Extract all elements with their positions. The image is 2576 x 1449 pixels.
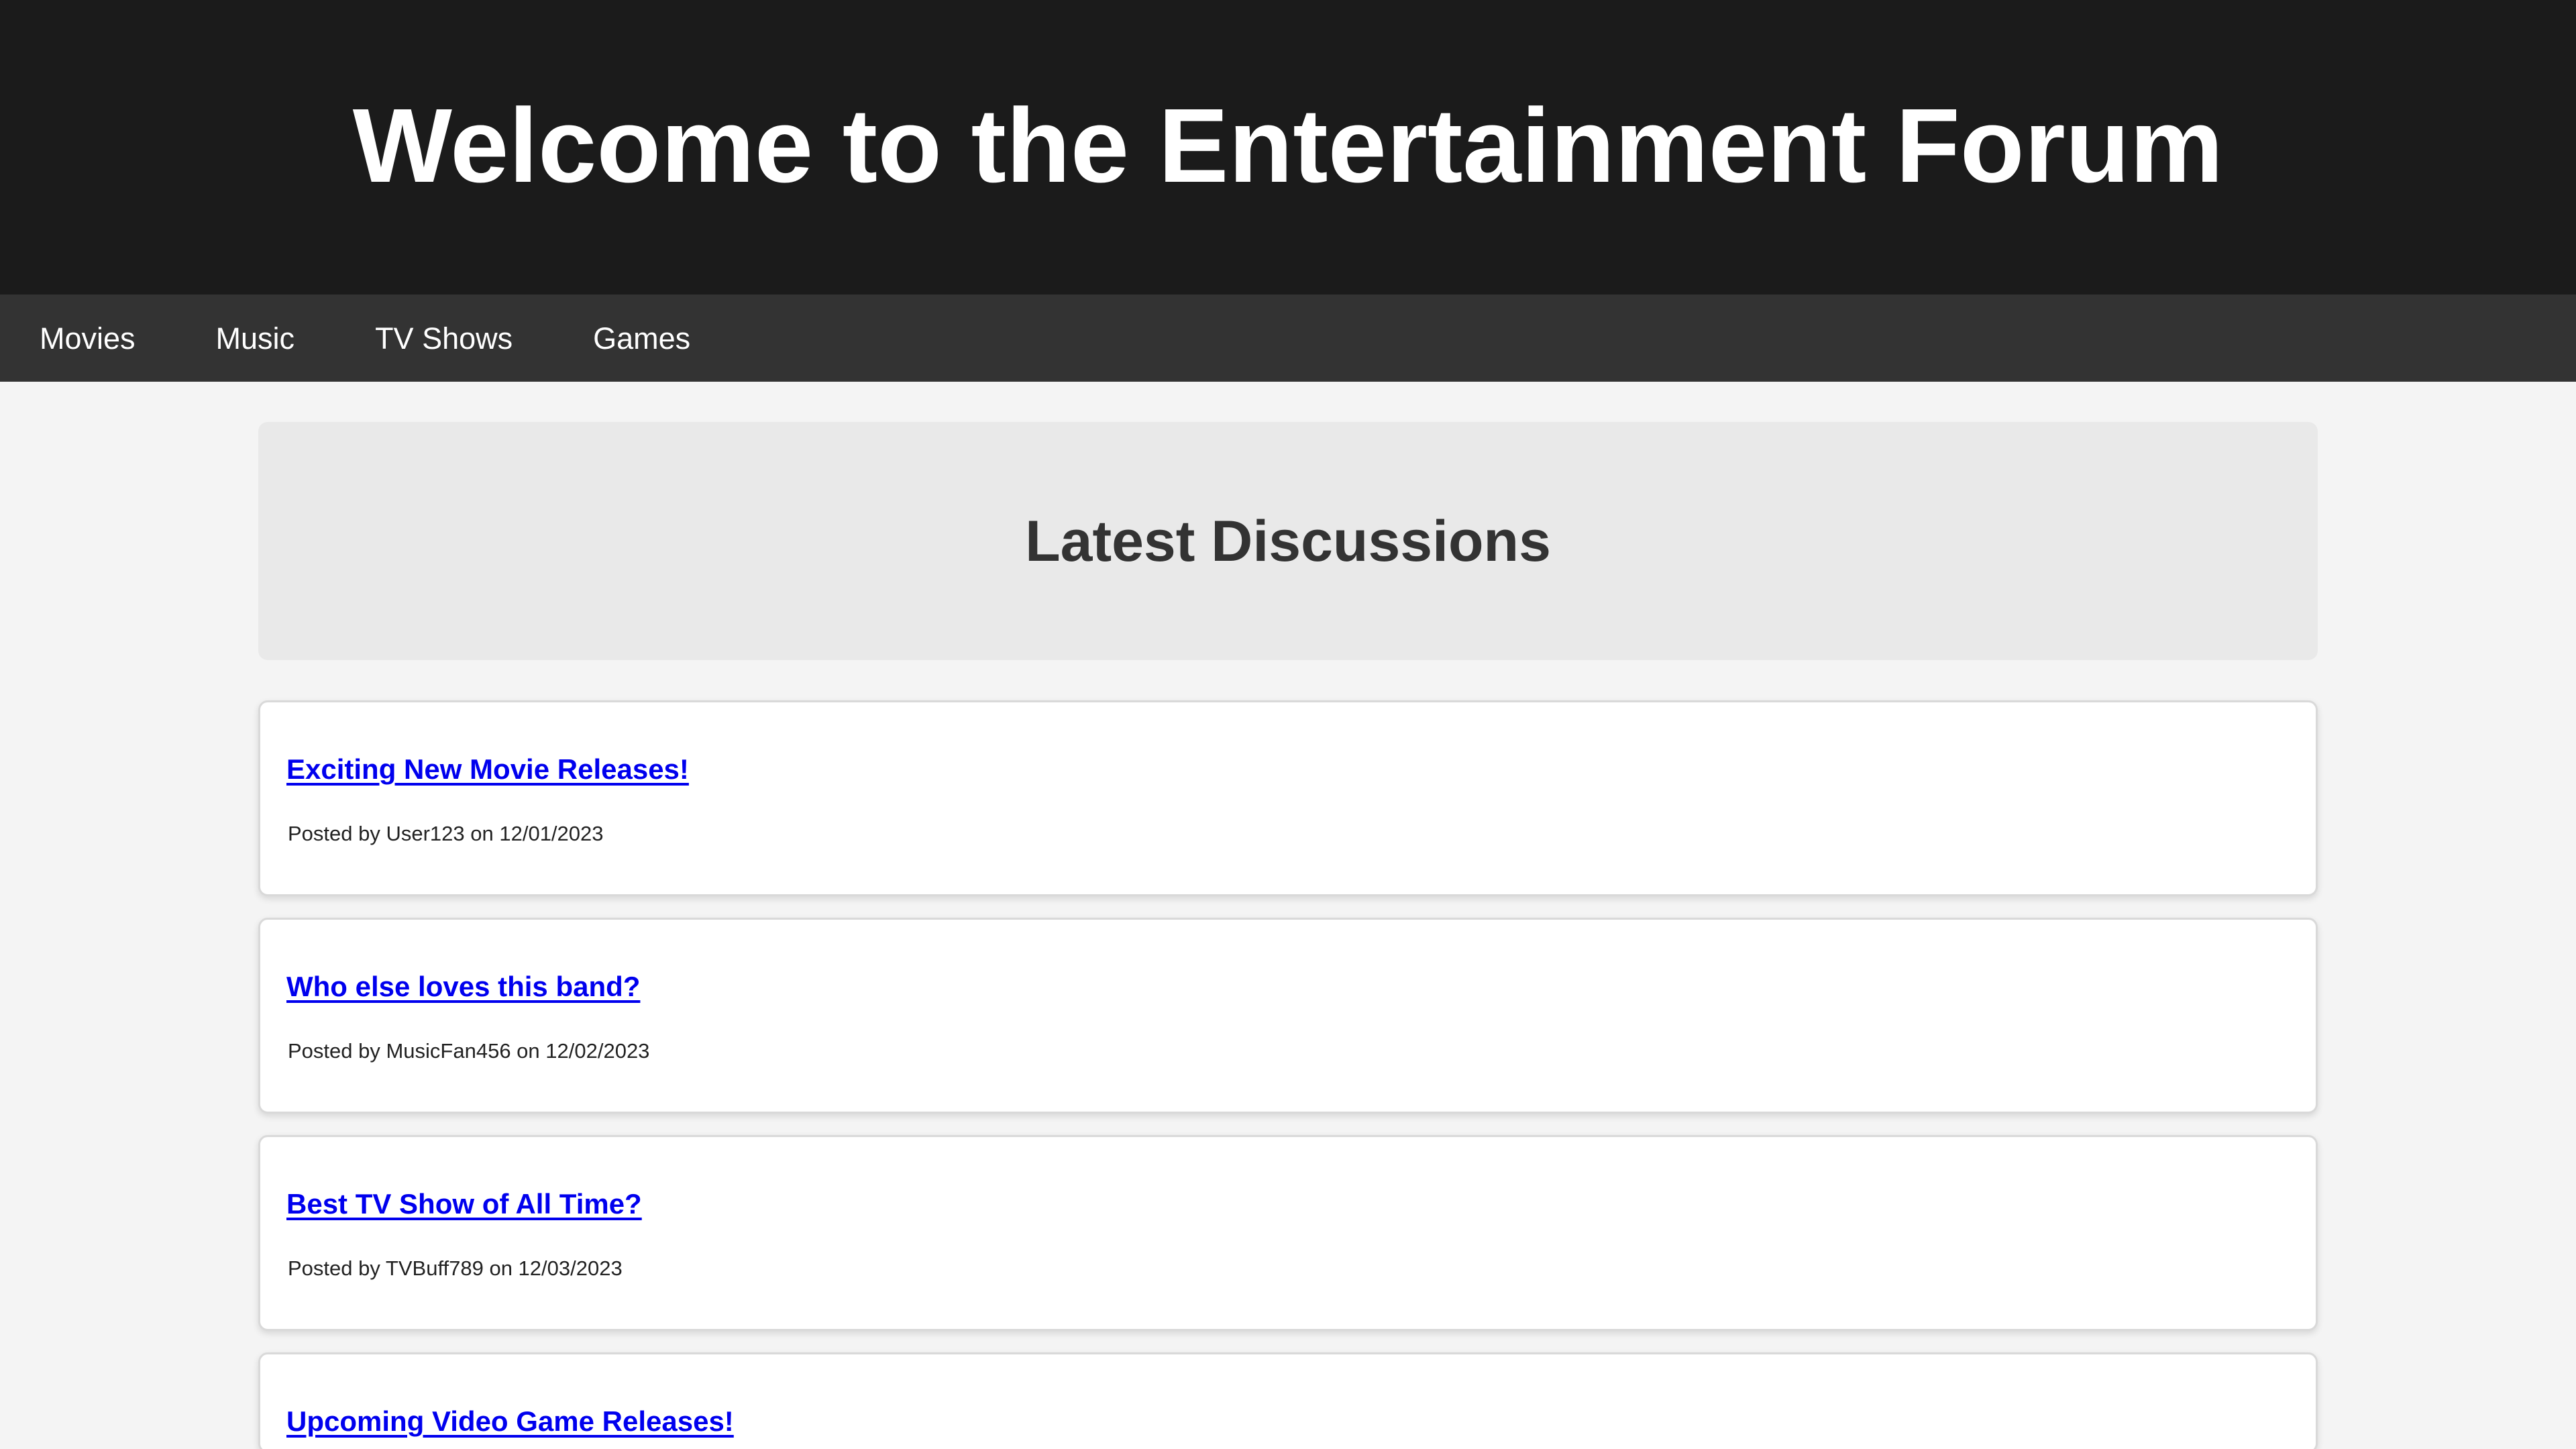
nav-item-movies[interactable]: Movies (40, 323, 136, 354)
nav-item-music[interactable]: Music (216, 323, 295, 354)
post-title-link[interactable]: Best TV Show of All Time? (286, 1190, 642, 1218)
main-nav: Movies Music TV Shows Games (0, 294, 2576, 382)
site-header: Welcome to the Entertainment Forum (0, 0, 2576, 294)
post-card: Best TV Show of All Time? Posted by TVBu… (258, 1135, 2318, 1331)
discussions-heading: Latest Discussions (1025, 508, 1551, 574)
post-title-link[interactable]: Upcoming Video Game Releases! (286, 1407, 734, 1436)
post-card: Exciting New Movie Releases! Posted by U… (258, 700, 2318, 896)
nav-item-games[interactable]: Games (593, 323, 690, 354)
nav-item-tv-shows[interactable]: TV Shows (375, 323, 513, 354)
post-title-link[interactable]: Exciting New Movie Releases! (286, 755, 689, 784)
post-card: Who else loves this band? Posted by Musi… (258, 918, 2318, 1114)
discussions-banner: Latest Discussions (258, 422, 2318, 660)
post-meta: Posted by User123 on 12/01/2023 (288, 822, 604, 845)
post-meta: Posted by MusicFan456 on 12/02/2023 (288, 1039, 650, 1063)
post-card: Upcoming Video Game Releases! (258, 1352, 2318, 1449)
site-title: Welcome to the Entertainment Forum (352, 87, 2224, 205)
post-title-link[interactable]: Who else loves this band? (286, 973, 640, 1001)
post-meta: Posted by TVBuff789 on 12/03/2023 (288, 1256, 623, 1280)
